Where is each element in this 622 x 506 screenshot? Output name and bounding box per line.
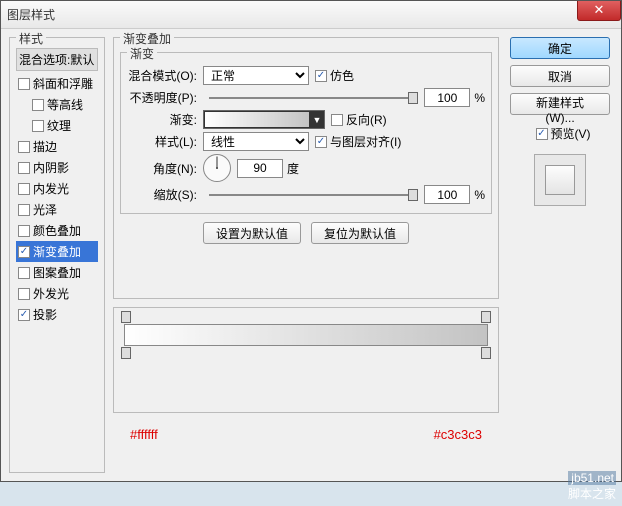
dialog-body: 样式 混合选项:默认 斜面和浮雕等高线纹理描边内阴影内发光光泽颜色叠加渐变叠加图…	[1, 29, 621, 481]
gradient-label: 渐变:	[127, 111, 203, 128]
gradient-bar[interactable]	[124, 324, 488, 346]
preview-box	[534, 154, 586, 206]
check-icon	[18, 246, 30, 258]
style-item-渐变叠加[interactable]: 渐变叠加	[16, 241, 98, 262]
style-item-光泽[interactable]: 光泽	[16, 199, 98, 220]
check-icon	[18, 204, 30, 216]
style-item-描边[interactable]: 描边	[16, 136, 98, 157]
right-panel: 确定 取消 新建样式(W)... 预览(V)	[507, 37, 613, 473]
gradient-inner-title: 渐变	[127, 45, 157, 62]
scale-slider[interactable]	[209, 186, 418, 204]
align-checkbox[interactable]: 与图层对齐(I)	[315, 133, 401, 150]
reverse-checkbox[interactable]: 反向(R)	[331, 111, 387, 128]
style-label: 样式(L):	[127, 133, 203, 150]
ok-button[interactable]: 确定	[510, 37, 610, 59]
styles-title: 样式	[16, 30, 46, 47]
close-button[interactable]: ✕	[577, 1, 621, 21]
gradient-preview[interactable]: ▼	[203, 110, 325, 129]
angle-input[interactable]	[237, 159, 283, 178]
cancel-button[interactable]: 取消	[510, 65, 610, 87]
style-select[interactable]: 线性	[203, 132, 309, 151]
watermark: jb51.net 脚本之家	[568, 471, 616, 502]
chevron-down-icon: ▼	[310, 111, 324, 128]
opacity-stop-left[interactable]	[121, 311, 131, 323]
check-icon	[18, 225, 30, 237]
style-item-内发光[interactable]: 内发光	[16, 178, 98, 199]
check-icon	[18, 288, 30, 300]
style-item-图案叠加[interactable]: 图案叠加	[16, 262, 98, 283]
color-stop-left[interactable]	[121, 347, 131, 359]
check-icon	[32, 99, 44, 111]
end-hex: #c3c3c3	[434, 427, 482, 442]
gradient-editor: #ffffff #c3c3c3	[113, 307, 499, 413]
opacity-slider[interactable]	[209, 89, 418, 107]
start-hex: #ffffff	[130, 427, 158, 442]
blend-mode-select[interactable]: 正常	[203, 66, 309, 85]
check-icon	[315, 136, 327, 148]
opacity-label: 不透明度(P):	[127, 89, 203, 106]
check-icon	[18, 162, 30, 174]
check-icon	[331, 114, 343, 126]
style-item-纹理[interactable]: 纹理	[16, 115, 98, 136]
style-item-内阴影[interactable]: 内阴影	[16, 157, 98, 178]
window-title: 图层样式	[7, 6, 55, 23]
opacity-stop-right[interactable]	[481, 311, 491, 323]
angle-dial[interactable]	[203, 154, 231, 182]
blend-mode-label: 混合模式(O):	[127, 67, 203, 84]
titlebar: 图层样式 ✕	[1, 1, 621, 29]
dither-checkbox[interactable]: 仿色	[315, 67, 354, 84]
check-icon	[315, 70, 327, 82]
check-icon	[32, 120, 44, 132]
check-icon	[18, 78, 30, 90]
layer-style-dialog: 图层样式 ✕ 样式 混合选项:默认 斜面和浮雕等高线纹理描边内阴影内发光光泽颜色…	[0, 0, 622, 482]
scale-input[interactable]	[424, 185, 470, 204]
angle-label: 角度(N):	[127, 160, 203, 177]
center-panel: 渐变叠加 渐变 混合模式(O): 正常 仿色 不透明度(P):	[113, 37, 499, 473]
make-default-button[interactable]: 设置为默认值	[203, 222, 301, 244]
style-item-颜色叠加[interactable]: 颜色叠加	[16, 220, 98, 241]
scale-label: 缩放(S):	[127, 186, 203, 203]
preview-swatch	[545, 165, 575, 195]
footer: jb51.net 脚本之家	[0, 482, 622, 506]
reset-default-button[interactable]: 复位为默认值	[311, 222, 409, 244]
styles-panel: 样式 混合选项:默认 斜面和浮雕等高线纹理描边内阴影内发光光泽颜色叠加渐变叠加图…	[9, 37, 105, 473]
style-item-投影[interactable]: 投影	[16, 304, 98, 325]
style-item-斜面和浮雕[interactable]: 斜面和浮雕	[16, 73, 98, 94]
opacity-input[interactable]	[424, 88, 470, 107]
check-icon	[536, 128, 548, 140]
style-item-外发光[interactable]: 外发光	[16, 283, 98, 304]
style-list: 混合选项:默认 斜面和浮雕等高线纹理描边内阴影内发光光泽颜色叠加渐变叠加图案叠加…	[16, 48, 98, 325]
new-style-button[interactable]: 新建样式(W)...	[510, 93, 610, 115]
color-stop-right[interactable]	[481, 347, 491, 359]
check-icon	[18, 267, 30, 279]
check-icon	[18, 309, 30, 321]
check-icon	[18, 183, 30, 195]
preview-checkbox[interactable]: 预览(V)	[536, 125, 591, 142]
blending-options-default[interactable]: 混合选项:默认	[16, 48, 98, 71]
style-item-等高线[interactable]: 等高线	[16, 94, 98, 115]
check-icon	[18, 141, 30, 153]
